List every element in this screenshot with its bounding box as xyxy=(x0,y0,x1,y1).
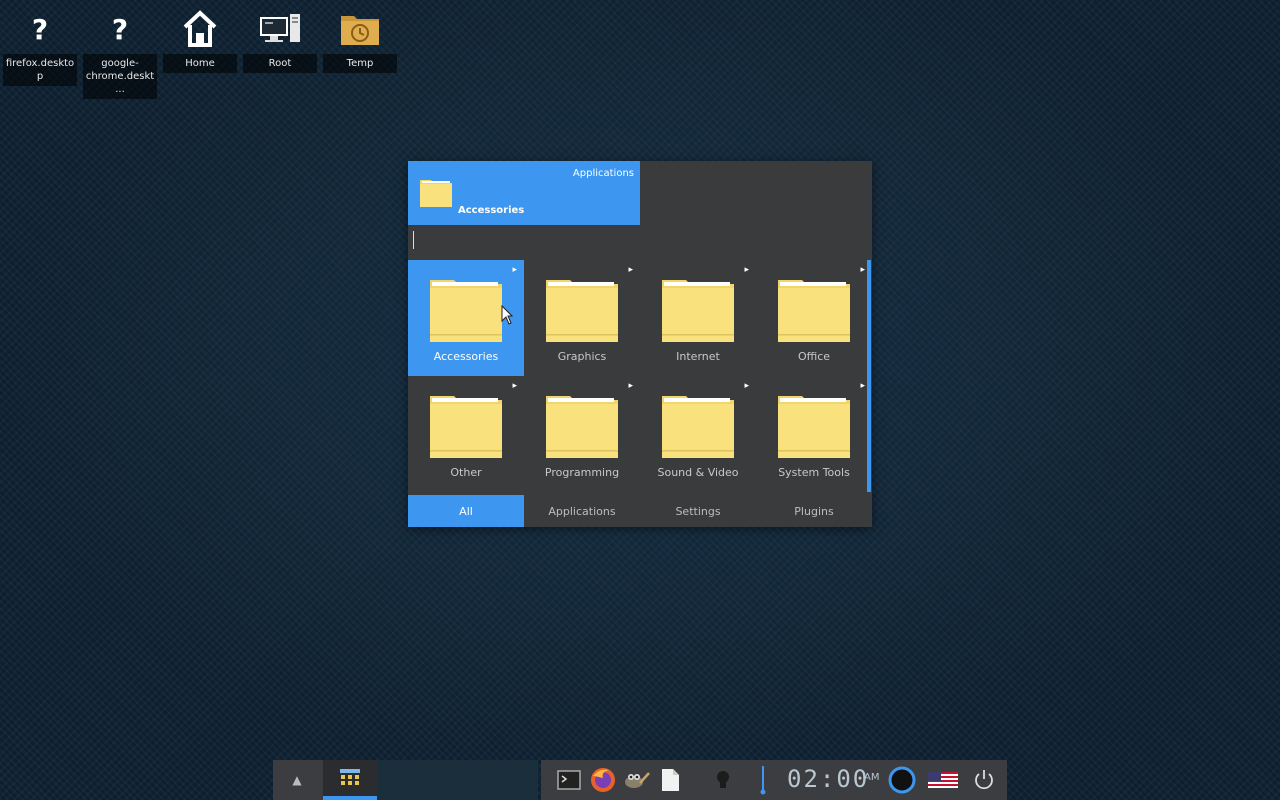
chevron-right-icon: ▸ xyxy=(860,381,865,391)
network-ring-icon xyxy=(888,766,916,794)
clock-ampm: AM xyxy=(864,772,880,783)
desktop-icon-label: Root xyxy=(243,54,317,73)
launcher-tabs: All Applications Settings Plugins xyxy=(408,495,872,527)
volume-indicator[interactable] xyxy=(753,760,773,800)
terminal-launcher[interactable] xyxy=(555,760,583,800)
volume-icon xyxy=(760,766,766,795)
desktop-icon-temp[interactable]: Temp xyxy=(322,4,398,73)
show-desktop-button[interactable]: ▲ xyxy=(273,760,321,800)
tab-all[interactable]: All xyxy=(408,495,524,527)
computer-icon xyxy=(260,14,300,42)
desktop-icon-label: firefox.desktop xyxy=(3,54,77,86)
category-tile[interactable]: System Tools ▸ xyxy=(756,376,872,492)
category-tile[interactable]: Office ▸ xyxy=(756,260,872,376)
power-icon xyxy=(975,770,993,790)
breadcrumb[interactable]: Applications Accessories xyxy=(408,161,640,225)
category-tile[interactable]: Sound & Video ▸ xyxy=(640,376,756,492)
folder-clock-icon xyxy=(341,16,379,45)
tab-label: All xyxy=(459,504,473,518)
question-mark-icon: ? xyxy=(31,12,49,46)
tab-label: Settings xyxy=(675,504,721,518)
active-indicator xyxy=(323,796,377,800)
keyboard-layout-indicator[interactable] xyxy=(926,760,960,800)
category-tile[interactable]: Programming ▸ xyxy=(524,376,640,492)
chevron-right-icon: ▸ xyxy=(628,381,633,391)
folder-icon xyxy=(430,396,502,458)
category-tile[interactable]: Graphics ▸ xyxy=(524,260,640,376)
desktop-icon-google-chrome[interactable]: ? google-chrome.deskt... xyxy=(82,4,158,99)
category-label: System Tools xyxy=(778,466,850,479)
chevron-right-icon: ▸ xyxy=(744,265,749,275)
search-input[interactable] xyxy=(410,229,844,253)
folder-icon xyxy=(430,280,502,342)
category-label: Other xyxy=(450,466,482,479)
tab-label: Plugins xyxy=(794,504,834,518)
desktop-icon-firefox[interactable]: ? firefox.desktop xyxy=(2,4,78,86)
chevron-right-icon: ▸ xyxy=(512,265,517,275)
tab-label: Applications xyxy=(548,504,616,518)
folder-icon xyxy=(546,280,618,342)
gimp-launcher[interactable] xyxy=(621,760,651,800)
category-tile[interactable]: Internet ▸ xyxy=(640,260,756,376)
gimp-icon xyxy=(625,772,650,788)
us-flag-icon xyxy=(928,772,958,788)
chevron-up-icon: ▲ xyxy=(292,773,302,787)
taskbar-window-list xyxy=(377,760,538,800)
lightbulb-icon xyxy=(717,771,729,788)
desktop-icon-label: Home xyxy=(163,54,237,73)
category-label: Programming xyxy=(544,466,620,479)
chevron-right-icon: ▸ xyxy=(512,381,517,391)
clock-time[interactable]: 02:00 xyxy=(787,765,869,793)
mouse-cursor-icon xyxy=(501,305,513,325)
category-label: Internet xyxy=(676,350,720,363)
firefox-launcher[interactable] xyxy=(588,760,618,800)
scrollbar[interactable] xyxy=(867,260,871,492)
chevron-right-icon: ▸ xyxy=(744,381,749,391)
firefox-icon xyxy=(591,768,615,792)
desktop-icon-home[interactable]: Home xyxy=(162,4,238,73)
text-caret xyxy=(413,231,414,249)
breadcrumb-current: Accessories xyxy=(458,205,525,216)
folder-icon xyxy=(546,396,618,458)
question-mark-icon: ? xyxy=(111,12,129,46)
lightbulb-indicator[interactable] xyxy=(711,760,735,800)
category-label: Accessories xyxy=(433,350,499,363)
folder-icon xyxy=(778,280,850,342)
category-grid: Accessories ▸ Graphics ▸ Internet ▸ Office ▸ Oth… xyxy=(408,260,872,492)
breadcrumb-parent[interactable]: Applications xyxy=(573,168,634,179)
category-label: Sound & Video xyxy=(657,466,739,479)
network-indicator[interactable] xyxy=(885,760,919,800)
folder-icon xyxy=(662,280,734,342)
taskbar-left-panel: ▲ xyxy=(273,760,538,800)
terminal-icon xyxy=(557,770,581,790)
launcher-button[interactable] xyxy=(323,760,377,800)
text-file-icon xyxy=(662,769,679,791)
folder-icon xyxy=(420,180,452,207)
tab-settings[interactable]: Settings xyxy=(640,495,756,527)
tab-plugins[interactable]: Plugins xyxy=(756,495,872,527)
desktop-icon-label: google-chrome.deskt... xyxy=(83,54,157,99)
desktop-icon-root[interactable]: Root xyxy=(242,4,318,73)
power-button[interactable] xyxy=(969,760,999,800)
home-icon xyxy=(183,10,217,47)
category-label: Graphics xyxy=(557,350,607,363)
folder-icon xyxy=(662,396,734,458)
chevron-right-icon: ▸ xyxy=(860,265,865,275)
taskbar-right-panel: 02:00 AM xyxy=(541,760,1007,800)
application-launcher: Applications Accessories Accessories ▸ Gra… xyxy=(408,161,872,527)
desktop-icon-label: Temp xyxy=(323,54,397,73)
folder-icon xyxy=(778,396,850,458)
category-tile[interactable]: Other ▸ xyxy=(408,376,524,492)
category-label: Office xyxy=(797,350,831,363)
tab-applications[interactable]: Applications xyxy=(524,495,640,527)
app-grid-icon xyxy=(340,769,360,785)
chevron-right-icon: ▸ xyxy=(628,265,633,275)
text-editor-launcher[interactable] xyxy=(656,760,684,800)
